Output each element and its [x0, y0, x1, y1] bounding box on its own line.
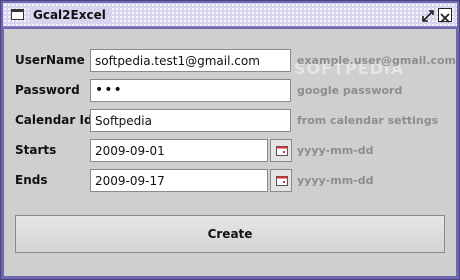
- starts-label: Starts: [15, 143, 57, 157]
- calendar-icon: [276, 146, 288, 156]
- ends-label: Ends: [15, 173, 48, 187]
- window-icon: [11, 9, 24, 20]
- ends-date-field[interactable]: [90, 169, 268, 192]
- form-panel: SOFTPEDIA UserName example.user@gmail.co…: [4, 29, 456, 276]
- title-bar[interactable]: Gcal2Excel: [3, 3, 457, 27]
- ends-hint: yyyy-mm-dd: [297, 174, 374, 187]
- close-icon[interactable]: [438, 8, 452, 23]
- window-title: Gcal2Excel: [29, 6, 110, 24]
- calendar-id-field[interactable]: [90, 109, 291, 132]
- username-field[interactable]: [90, 49, 291, 72]
- restore-icon[interactable]: [421, 8, 435, 22]
- password-field[interactable]: •••: [90, 79, 291, 102]
- password-hint: google password: [297, 84, 403, 97]
- calendar-icon: [276, 176, 288, 186]
- starts-calendar-button[interactable]: [270, 139, 292, 162]
- username-hint: example.user@gmail.com: [297, 54, 457, 67]
- calendar-id-hint: from calendar settings: [297, 114, 439, 127]
- username-label: UserName: [15, 53, 85, 67]
- starts-date-field[interactable]: [90, 139, 268, 162]
- password-label: Password: [15, 83, 80, 97]
- create-button[interactable]: Create: [15, 215, 445, 253]
- starts-hint: yyyy-mm-dd: [297, 144, 374, 157]
- ends-calendar-button[interactable]: [270, 169, 292, 192]
- app-window: Gcal2Excel SOFTPEDIA UserName example.us…: [0, 0, 460, 280]
- calendar-id-label: Calendar Id: [15, 113, 93, 127]
